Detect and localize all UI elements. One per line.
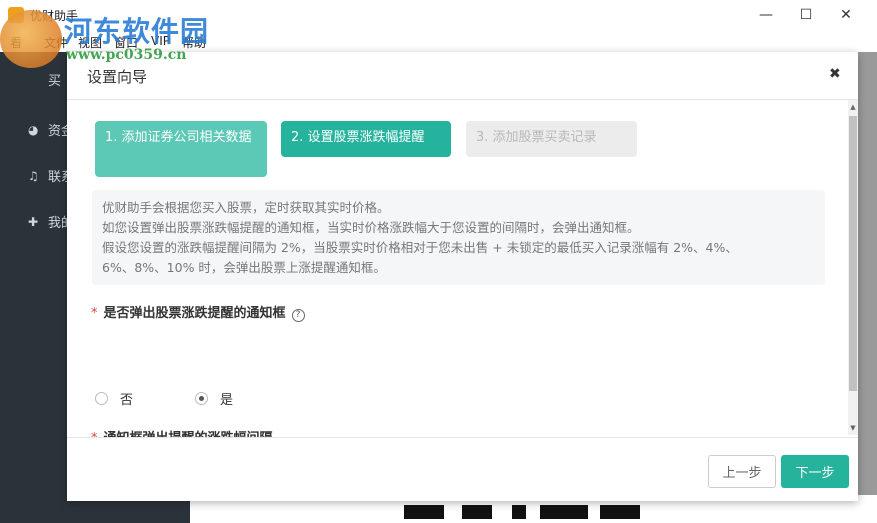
info-line: 优财助手会根据您买入股票，定时获取其实时价格。 — [102, 200, 390, 215]
buy-icon — [28, 74, 40, 86]
step-set-price-alert[interactable]: 2. 设置股票涨跌幅提醒 — [281, 121, 451, 157]
maximize-button[interactable]: ☐ — [786, 0, 826, 30]
radio-no-circle[interactable] — [95, 392, 108, 405]
radio-no-label: 否 — [120, 393, 134, 408]
scrollbar-thumb[interactable] — [849, 116, 857, 391]
dialog-title: 设置向导 — [87, 68, 148, 86]
close-icon[interactable]: ✖ — [829, 66, 841, 82]
sidebar-item-buy[interactable]: 买 — [28, 70, 61, 89]
headset-icon: ♫ — [28, 168, 39, 183]
scroll-up-arrow-icon[interactable]: ▲ — [848, 100, 858, 114]
next-step-button[interactable]: 下一步 — [781, 455, 849, 488]
help-icon[interactable]: ? — [291, 309, 305, 322]
radio-yes-label: 是 — [220, 393, 234, 408]
sidebar-item-label: 买 — [48, 74, 62, 89]
info-line: 6%、8%、10% 时，会弹出股票上涨提醒通知框。 — [102, 260, 386, 275]
info-box: 优财助手会根据您买入股票，定时获取其实时价格。 如您设置弹出股票涨跌幅提醒的通知… — [92, 190, 825, 285]
dialog-body: 1. 添加证券公司相关数据 2. 设置股票涨跌幅提醒 3. 添加股票买卖记录 优… — [67, 101, 847, 488]
setup-wizard-dialog: 设置向导 ✖ 1. 添加证券公司相关数据 2. 设置股票涨跌幅提醒 3. 添加股… — [67, 52, 858, 501]
scroll-down-arrow-icon[interactable]: ▼ — [848, 421, 858, 435]
close-window-button[interactable]: ✕ — [826, 0, 866, 30]
previous-step-button[interactable]: 上一步 — [708, 455, 776, 488]
info-line: 如您设置弹出股票涨跌幅提醒的通知框，当实时价格涨跌幅大于您设置的间隔时，会弹出通… — [102, 220, 640, 235]
info-line: 假设您设置的涨跌幅提醒间隔为 2%，当股票实时价格相对于您未出售 + 未锁定的最… — [102, 240, 738, 255]
radio-no[interactable]: 否 — [95, 389, 133, 408]
required-mark: * — [91, 306, 98, 321]
step-add-broker-data[interactable]: 1. 添加证券公司相关数据 — [95, 121, 267, 177]
qr-block — [600, 505, 640, 519]
qr-block — [462, 505, 492, 519]
watermark-logo — [0, 10, 62, 68]
qr-block — [512, 505, 526, 519]
radio-yes-circle[interactable] — [195, 392, 208, 405]
minimize-button[interactable]: — — [746, 0, 786, 30]
vertical-scrollbar[interactable]: ▲ ▼ — [848, 100, 858, 435]
popup-field-label: * 是否弹出股票涨跌提醒的通知框? — [91, 302, 305, 322]
watermark-title: 河东软件园 — [64, 15, 210, 48]
plus-icon: ✚ — [28, 214, 39, 229]
radio-yes[interactable]: 是 — [195, 389, 233, 408]
pie-chart-icon: ◕ — [28, 122, 39, 137]
step-add-trade-records: 3. 添加股票买卖记录 — [466, 121, 637, 157]
popup-field-text: 是否弹出股票涨跌提醒的通知框 — [103, 306, 286, 321]
watermark-url: www.pc0359.cn — [66, 47, 187, 63]
qr-block — [540, 505, 588, 519]
qr-block — [404, 505, 444, 519]
dialog-footer: 上一步 下一步 — [67, 437, 858, 501]
